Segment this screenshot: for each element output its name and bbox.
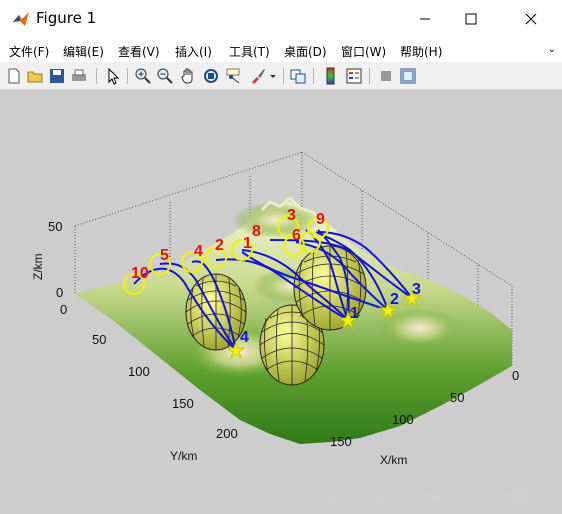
x-axis-label: X/km [380, 453, 407, 467]
data-cursor-icon[interactable] [225, 67, 243, 85]
x-tick-label: 150 [330, 434, 352, 449]
z-tick-label: 50 [48, 219, 62, 234]
start-label: 1 [350, 305, 359, 322]
y-tick-label: 200 [216, 426, 238, 441]
menu-overflow-icon[interactable]: ⌄ [548, 44, 556, 55]
start-label: 3 [412, 281, 421, 298]
close-button[interactable] [508, 0, 554, 38]
menu-edit[interactable]: 编辑(E) [63, 43, 104, 60]
toolbar-separator [283, 68, 284, 84]
menu-insert[interactable]: 插入(I) [175, 43, 212, 60]
toolbar-separator [127, 68, 128, 84]
target-label: 9 [316, 211, 325, 228]
show-plot-tools-icon[interactable] [399, 67, 417, 85]
toolbar-separator [369, 68, 370, 84]
open-file-icon[interactable] [26, 67, 44, 85]
maximize-button[interactable] [448, 0, 494, 38]
toolbar-separator [96, 68, 97, 84]
menu-desktop[interactable]: 桌面(D) [284, 43, 327, 60]
target-label: 5 [160, 247, 169, 264]
maximize-icon [465, 13, 477, 25]
menu-window[interactable]: 窗口(W) [341, 43, 386, 60]
zoom-in-icon[interactable] [134, 67, 152, 85]
menu-view[interactable]: 查看(V) [118, 43, 160, 60]
target-label: 8 [252, 223, 261, 240]
minimize-icon [420, 18, 430, 20]
rotate-3d-icon[interactable] [202, 67, 220, 85]
minimize-button[interactable] [402, 0, 448, 38]
legend-icon[interactable] [345, 67, 363, 85]
target-label: 10 [131, 265, 149, 282]
link-plot-icon[interactable] [289, 67, 307, 85]
start-label: 2 [390, 291, 399, 308]
y-tick-label: 100 [128, 364, 150, 379]
x-tick-label: 0 [512, 368, 519, 383]
x-tick-label: 100 [392, 412, 414, 427]
target-label: 2 [215, 237, 224, 254]
menu-file[interactable]: 文件(F) [9, 43, 49, 60]
zoom-out-icon[interactable] [156, 67, 174, 85]
start-label: 4 [240, 329, 249, 346]
brush-icon[interactable] [249, 67, 267, 85]
matlab-icon [13, 12, 29, 26]
figure-toolbar [0, 62, 562, 90]
print-icon[interactable] [70, 67, 88, 85]
title-bar: Figure 1 [0, 0, 562, 38]
y-tick-label: 150 [172, 396, 194, 411]
pointer-icon[interactable] [104, 67, 122, 85]
window-title: Figure 1 [36, 9, 97, 27]
colorbar-icon[interactable] [322, 67, 340, 85]
target-label: 3 [287, 207, 296, 224]
toolbar-separator [313, 68, 314, 84]
hide-plot-tools-icon[interactable] [377, 67, 395, 85]
menu-bar: 文件(F) 编辑(E) 查看(V) 插入(I) 工具(T) 桌面(D) 窗口(W… [0, 38, 562, 62]
new-figure-icon[interactable] [5, 67, 23, 85]
y-axis-label: Y/km [170, 449, 197, 463]
menu-tools[interactable]: 工具(T) [229, 43, 270, 60]
x-tick-label: 50 [450, 390, 464, 405]
menu-help[interactable]: 帮助(H) [400, 43, 442, 60]
save-icon[interactable] [48, 67, 66, 85]
target-label: 6 [292, 227, 301, 244]
target-label: 4 [194, 243, 203, 260]
brush-dropdown-icon[interactable] [268, 67, 278, 85]
target-label: 1 [243, 235, 252, 252]
pan-icon[interactable] [179, 67, 197, 85]
watermark: https://blog.csdn.net/@51CTO博客 [310, 490, 532, 505]
y-tick-label: 0 [60, 302, 67, 317]
close-icon [525, 13, 537, 25]
figure-canvas[interactable]: 3 9 6 8 1 2 4 5 10 1 2 3 4 50 0 0 50 100… [0, 90, 562, 514]
3d-terrain-plot[interactable]: 3 9 6 8 1 2 4 5 10 1 2 3 4 50 0 0 50 100… [0, 90, 562, 514]
z-axis-label: Z/km [31, 253, 45, 280]
z-tick-label: 0 [56, 285, 63, 300]
y-tick-label: 50 [92, 332, 106, 347]
